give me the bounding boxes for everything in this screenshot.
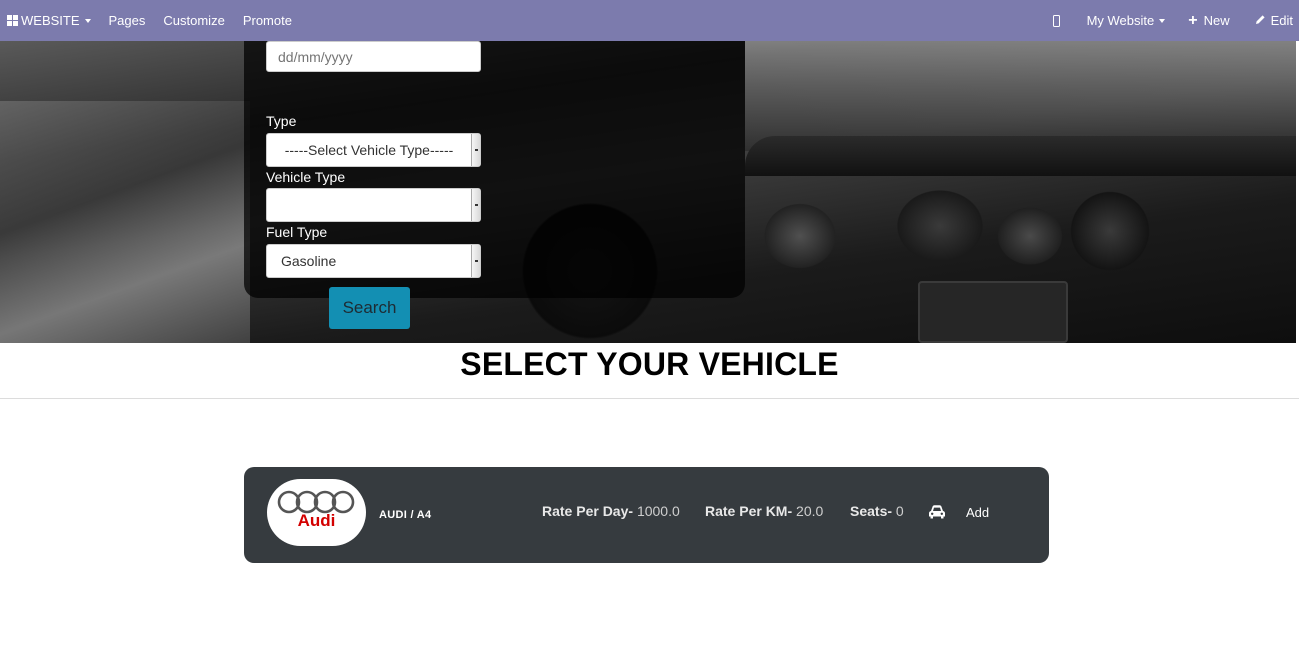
audi-logo-text: Audi <box>297 511 336 530</box>
caret-down-icon <box>84 18 91 23</box>
select-arrow-icon <box>471 189 480 221</box>
select-arrow-icon <box>471 134 480 166</box>
pages-menu[interactable]: Pages <box>100 0 155 41</box>
edit-label: Edit <box>1270 13 1293 28</box>
my-website-menu[interactable]: My Website <box>1078 0 1180 41</box>
hero-banner: Type -----Select Vehicle Type----- Vehic… <box>0 41 1296 343</box>
navbar-right: My Website + New Edit <box>1043 0 1299 41</box>
hero-background-window <box>745 41 1296 151</box>
fuel-type-label: Fuel Type <box>266 224 328 240</box>
rate-per-km-value: 20.0 <box>796 503 824 519</box>
seats-value: 0 <box>895 503 904 519</box>
website-menu[interactable]: WEBSITE <box>7 0 100 41</box>
hero-background-screen <box>918 281 1068 343</box>
select-arrow-icon <box>471 245 480 277</box>
rate-per-day-label: Rate Per Day- <box>542 503 634 519</box>
plus-icon: + <box>1188 11 1198 29</box>
fuel-type-select[interactable]: Gasoline <box>266 244 481 278</box>
new-label: New <box>1203 13 1230 28</box>
section-title: SELECT YOUR VEHICLE <box>460 346 839 382</box>
section-divider <box>0 398 1299 399</box>
pages-menu-label: Pages <box>108 13 146 28</box>
rate-per-day: Rate Per Day- 1000.0 <box>542 503 680 519</box>
promote-menu-label: Promote <box>242 13 292 28</box>
pencil-icon <box>1255 13 1266 28</box>
search-button[interactable]: Search <box>329 287 410 329</box>
edit-button[interactable]: Edit <box>1246 0 1299 41</box>
vehicle-type-label: Vehicle Type <box>266 169 346 185</box>
caret-down-icon <box>1159 18 1166 23</box>
date-input[interactable] <box>266 41 481 72</box>
top-navbar: WEBSITE Pages Customize Promote My Websi… <box>0 0 1299 41</box>
hero-background-door <box>0 101 250 343</box>
vehicle-card: Audi AUDI / A4 Rate Per Day- 1000.0 Rate… <box>244 467 1049 563</box>
customize-menu[interactable]: Customize <box>154 0 233 41</box>
apps-grid-icon <box>7 15 18 26</box>
customize-menu-label: Customize <box>163 13 225 28</box>
seats: Seats- 0 <box>850 503 904 519</box>
seats-label: Seats- <box>850 503 893 519</box>
rate-per-day-value: 1000.0 <box>636 503 680 519</box>
search-panel: Type -----Select Vehicle Type----- Vehic… <box>244 41 745 329</box>
fuel-type-select-value: Gasoline <box>281 253 337 269</box>
add-vehicle-button[interactable]: Add <box>966 505 989 520</box>
navbar-left: WEBSITE Pages Customize Promote <box>7 0 301 41</box>
mobile-preview-button[interactable] <box>1043 0 1078 41</box>
rate-per-km: Rate Per KM- 20.0 <box>705 503 823 519</box>
vehicle-type-select[interactable] <box>266 188 481 222</box>
new-button[interactable]: + New <box>1179 0 1245 41</box>
website-menu-label: WEBSITE <box>21 13 80 28</box>
hero-background-dashboard <box>745 136 1296 176</box>
audi-logo: Audi <box>267 479 366 546</box>
mobile-icon <box>1052 14 1060 27</box>
my-website-label: My Website <box>1086 13 1155 28</box>
vehicle-name: AUDI / A4 <box>379 509 432 521</box>
car-icon <box>929 505 945 519</box>
rate-per-km-label: Rate Per KM- <box>705 503 793 519</box>
type-select[interactable]: -----Select Vehicle Type----- <box>266 133 481 167</box>
type-select-value: -----Select Vehicle Type----- <box>284 142 454 158</box>
promote-menu[interactable]: Promote <box>234 0 301 41</box>
type-label: Type <box>266 113 297 129</box>
